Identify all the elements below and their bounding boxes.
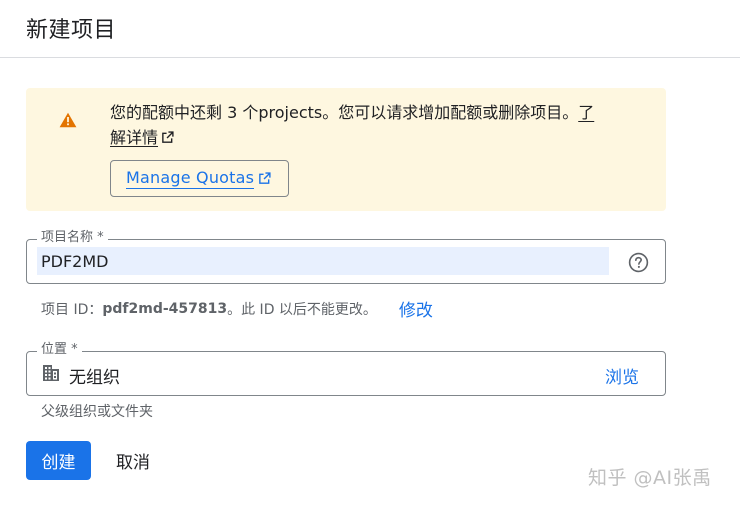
manage-quotas-button[interactable]: Manage Quotas [110,160,289,197]
project-name-label: 项目名称 * [37,230,108,246]
project-id-prefix: 项目 ID： [41,301,103,318]
project-id-line: 项目 ID： pdf2md-457813 。此 ID 以后不能更改。 修改 [41,296,433,322]
manage-quotas-label: Manage Quotas [126,168,255,189]
project-id-note: 。此 ID 以后不能更改。 [227,301,377,318]
create-button[interactable]: 创建 [26,441,91,480]
cancel-button[interactable]: 取消 [110,441,156,480]
warning-icon [59,112,77,128]
header-divider [0,57,740,58]
quota-warning-banner: 您的配额中还剩 3 个projects。您可以请求增加配额或删除项目。了 解详情… [26,88,666,211]
learn-more-link-continued[interactable]: 解详情 [110,128,158,147]
building-icon [43,365,59,381]
help-icon[interactable] [628,252,649,273]
location-value: 无组织 [69,368,120,388]
learn-more-link[interactable]: 了 [578,103,594,122]
external-link-icon [259,172,271,184]
quota-message: 您的配额中还剩 3 个projects。您可以请求增加配额或删除项目。 [110,103,579,122]
external-link-icon [162,131,174,143]
edit-project-id-link[interactable]: 修改 [399,296,433,321]
project-name-input[interactable] [37,247,609,275]
watermark: 知乎 @AI张禹 [588,467,712,489]
quota-warning-text: 您的配额中还剩 3 个projects。您可以请求增加配额或删除项目。了 解详情 [110,100,640,150]
location-field[interactable]: 位置 * 无组织 浏览 [26,342,666,396]
location-label: 位置 * [37,342,82,358]
project-name-field: 项目名称 * [26,230,666,284]
page-title: 新建项目 [26,18,117,43]
location-hint: 父级组织或文件夹 [41,404,153,420]
browse-button[interactable]: 浏览 [605,363,639,388]
project-id-value: pdf2md-457813 [102,300,228,317]
